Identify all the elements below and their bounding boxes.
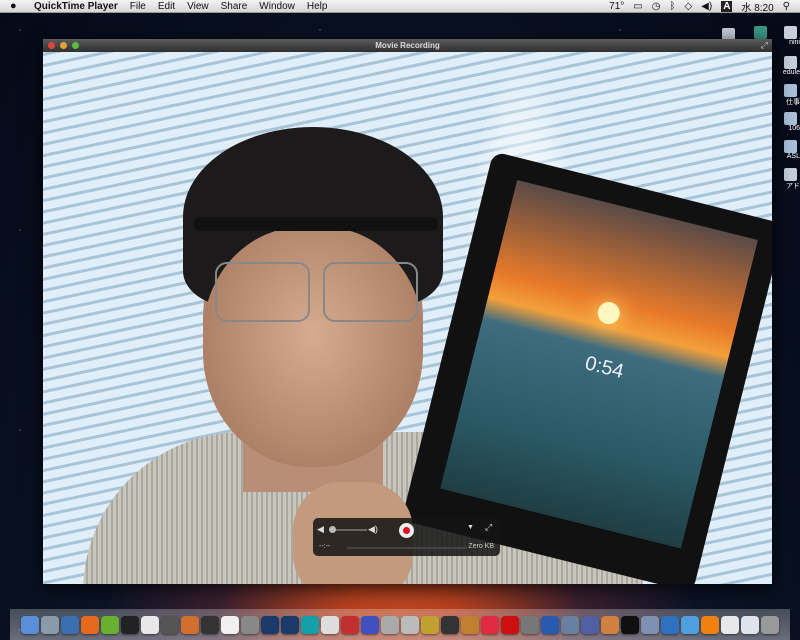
desktop-item-label: アド bbox=[786, 183, 800, 190]
dock-pd-icon[interactable] bbox=[221, 615, 239, 634]
dock-app-q-icon[interactable] bbox=[681, 615, 699, 634]
dock-processing-2-icon[interactable] bbox=[281, 615, 299, 634]
dock-app-photo-icon[interactable] bbox=[561, 615, 579, 634]
dock-piano-icon[interactable] bbox=[441, 615, 459, 634]
recording-controls: ◀ ◀) ▼ ⤢ --:-- Zero KB bbox=[313, 518, 500, 556]
tablet-screen: 0:54 bbox=[440, 179, 758, 549]
dock-vnc-icon[interactable] bbox=[141, 615, 159, 634]
dock-activity-monitor-icon[interactable] bbox=[621, 615, 639, 634]
glasses-left bbox=[215, 262, 310, 322]
desktop-item[interactable]: アド bbox=[784, 168, 800, 191]
menu-app-name[interactable]: QuickTime Player bbox=[34, 1, 118, 12]
desktop-item[interactable]: 106 bbox=[784, 112, 800, 132]
record-icon bbox=[403, 527, 410, 534]
dock-firefox-icon[interactable] bbox=[81, 615, 99, 634]
menu-view[interactable]: View bbox=[187, 1, 209, 12]
temperature-status[interactable]: 71° bbox=[609, 1, 624, 12]
time-machine-icon[interactable]: ◷ bbox=[652, 1, 661, 12]
window-title: Movie Recording bbox=[375, 41, 440, 50]
dock-app-box-icon[interactable] bbox=[241, 615, 259, 634]
dock-doc-1-icon[interactable] bbox=[721, 615, 739, 634]
clock-time: 8:20 bbox=[754, 2, 774, 14]
sun bbox=[595, 299, 623, 327]
dock-garageband-icon[interactable] bbox=[461, 615, 479, 634]
desktop-app-icon[interactable] bbox=[754, 26, 770, 39]
dock-app-lamp-icon[interactable] bbox=[601, 615, 619, 634]
dock-app-home-icon[interactable] bbox=[541, 615, 559, 634]
menu-edit[interactable]: Edit bbox=[158, 1, 175, 12]
dock-terminal-icon[interactable] bbox=[121, 615, 139, 634]
dock-arduino-icon[interactable] bbox=[301, 615, 319, 634]
dock-preview-icon[interactable] bbox=[41, 615, 59, 634]
apple-icon[interactable]: ● bbox=[10, 0, 24, 12]
desktop-item-label: edule bbox=[782, 69, 800, 76]
options-dropdown-icon[interactable]: ▼ bbox=[467, 524, 474, 531]
dock-app-ring-icon[interactable] bbox=[181, 615, 199, 634]
spotlight-icon[interactable]: ⚲ bbox=[783, 1, 790, 12]
desktop-item-label: 仕事 bbox=[786, 99, 800, 106]
desktop-item[interactable]: ASL bbox=[784, 140, 800, 160]
record-button[interactable] bbox=[399, 523, 414, 538]
dock-app-apr-icon[interactable] bbox=[641, 615, 659, 634]
menu-window[interactable]: Window bbox=[259, 1, 295, 12]
dock-processing-icon[interactable] bbox=[261, 615, 279, 634]
dock-flash-icon[interactable] bbox=[501, 615, 519, 634]
menu-file[interactable]: File bbox=[130, 1, 146, 12]
fullscreen-icon[interactable]: ⤢ bbox=[761, 40, 768, 51]
dock-app-doc-icon[interactable] bbox=[381, 615, 399, 634]
dock-app-green-icon[interactable] bbox=[101, 615, 119, 634]
volume-high-icon: ◀) bbox=[368, 524, 378, 534]
movie-recording-window: Movie Recording ⤢ 0:54 ◀ ◀) ▼ ⤢ --:-- Ze… bbox=[43, 39, 772, 584]
desktop-item[interactable]: edule bbox=[783, 56, 800, 76]
dock-app-gray-icon[interactable] bbox=[521, 615, 539, 634]
clock-day: 水 bbox=[741, 2, 752, 14]
dock-app-wind-icon[interactable] bbox=[321, 615, 339, 634]
desktop-item-label: nini bbox=[789, 39, 800, 46]
volume-slider-knob[interactable] bbox=[328, 526, 336, 533]
dock-thunderbird-icon[interactable] bbox=[61, 615, 79, 634]
progress-track bbox=[347, 547, 467, 549]
headband bbox=[193, 217, 438, 231]
desktop-item-label: 106 bbox=[788, 125, 800, 132]
menu-bar: ● QuickTime Player File Edit View Share … bbox=[0, 0, 800, 14]
dock-app-7-icon[interactable] bbox=[161, 615, 179, 634]
dock-itunes-icon[interactable] bbox=[481, 615, 499, 634]
clock[interactable]: 水 8:20 bbox=[741, 0, 773, 14]
display-icon[interactable]: ▭ bbox=[633, 1, 642, 12]
dock-quicktime-icon[interactable] bbox=[661, 615, 679, 634]
fullscreen-icon[interactable]: ⤢ bbox=[485, 522, 492, 533]
desktop-item-label: ASL bbox=[786, 153, 800, 160]
dock bbox=[10, 609, 790, 640]
dock-app-blue-icon[interactable] bbox=[361, 615, 379, 634]
tablet-clock: 0:54 bbox=[582, 352, 626, 384]
dock-doc-2-icon[interactable] bbox=[741, 615, 759, 634]
dock-vlc-icon[interactable] bbox=[701, 615, 719, 634]
wifi-icon[interactable]: ◇ bbox=[684, 1, 692, 12]
elapsed-time: --:-- bbox=[319, 543, 331, 550]
dock-app-grid-icon[interactable] bbox=[401, 615, 419, 634]
input-source[interactable]: A bbox=[721, 0, 733, 12]
camera-preview: 0:54 ◀ ◀) ▼ ⤢ --:-- Zero KB bbox=[43, 52, 772, 584]
bluetooth-icon[interactable]: ᛒ bbox=[669, 1, 675, 12]
dock-app-pen-icon[interactable] bbox=[581, 615, 599, 634]
dock-app-dice-icon[interactable] bbox=[341, 615, 359, 634]
glasses-right bbox=[323, 262, 418, 322]
dock-app-disk-icon[interactable] bbox=[421, 615, 439, 634]
menu-help[interactable]: Help bbox=[307, 1, 328, 12]
dock-app-5-icon[interactable] bbox=[201, 615, 219, 634]
file-size: Zero KB bbox=[468, 543, 494, 550]
title-bar[interactable]: Movie Recording ⤢ bbox=[43, 39, 772, 52]
volume-icon[interactable]: ◀) bbox=[701, 1, 712, 12]
dock-trash-icon[interactable] bbox=[761, 615, 779, 634]
dock-finder-icon[interactable] bbox=[21, 615, 39, 634]
desktop-item[interactable]: nini bbox=[784, 26, 800, 46]
volume-low-icon: ◀ bbox=[317, 524, 324, 534]
menu-share[interactable]: Share bbox=[221, 1, 248, 12]
desktop-item[interactable]: 仕事 bbox=[784, 84, 800, 107]
